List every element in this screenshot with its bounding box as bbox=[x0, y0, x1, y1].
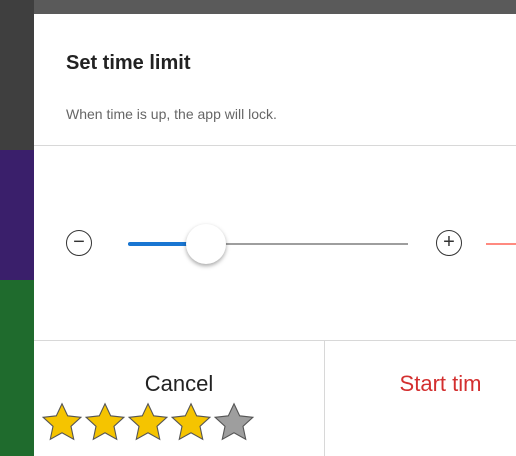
decrease-button[interactable]: − bbox=[66, 230, 92, 256]
start-timer-button[interactable]: Start tim bbox=[325, 341, 516, 456]
star-rating bbox=[40, 400, 255, 450]
star-filled-icon bbox=[84, 402, 126, 441]
star-filled-icon bbox=[41, 402, 83, 441]
background-app-top bbox=[0, 0, 34, 150]
background-app-green bbox=[0, 280, 34, 456]
secondary-slider-track bbox=[486, 243, 516, 245]
dialog-title: Set time limit bbox=[66, 52, 191, 74]
divider bbox=[34, 145, 516, 146]
increase-button[interactable]: + bbox=[436, 230, 462, 256]
time-limit-dialog: Set time limit When time is up, the app … bbox=[34, 14, 516, 456]
plus-circle-icon: + bbox=[443, 231, 455, 253]
time-slider-track[interactable] bbox=[128, 224, 408, 264]
star-filled-icon bbox=[127, 402, 169, 441]
minus-circle-icon: − bbox=[73, 231, 85, 253]
star-empty-icon bbox=[213, 402, 255, 441]
star-filled-icon bbox=[170, 402, 212, 441]
dialog-subtitle: When time is up, the app will lock. bbox=[66, 106, 277, 122]
background-app-purple bbox=[0, 150, 34, 280]
time-slider-thumb[interactable] bbox=[186, 224, 227, 264]
time-slider-row: − + bbox=[34, 224, 516, 264]
